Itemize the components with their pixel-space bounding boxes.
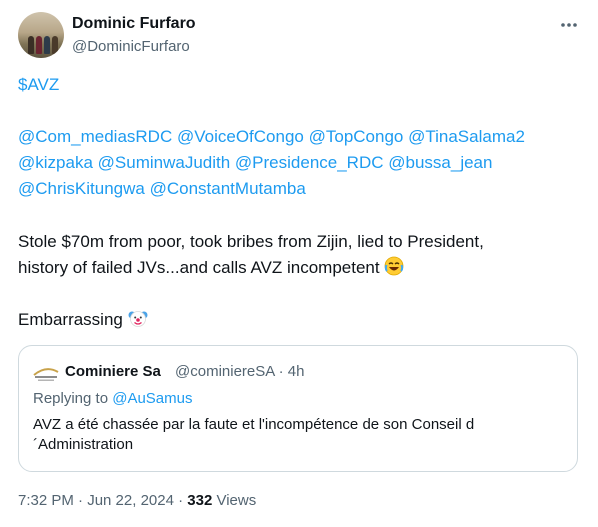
tweet-closing-text: Embarrassing [18,310,123,329]
cashtag-link[interactable]: $AVZ [18,75,59,94]
quoted-author-handle: @cominiereSA · 4h [175,363,305,380]
views-count: 332 [187,492,213,509]
tweet-body-line-1: Stole $70m from poor, took bribes from Z… [18,232,484,251]
mentions-line-3: @ChrisKitungwa @ConstantMutamba [18,177,583,201]
author-handle[interactable]: @DominicFurfaro [72,38,190,55]
laughing-crying-emoji-icon [384,256,404,276]
mentions-line-1: @Com_mediasRDC @VoiceOfCongo @TopCongo @… [18,125,583,149]
quoted-tweet[interactable]: Cominiere Sa @cominiereSA · 4h Replying … [18,345,578,472]
tweet-body-text: history of failed JVs...and calls AVZ in… [18,258,380,277]
replying-to: Replying to @AuSamus [33,390,192,407]
mention-link[interactable]: @Presidence_RDC [235,153,384,172]
mention-link[interactable]: @VoiceOfCongo [177,127,304,146]
tweet-timestamp[interactable]: 7:32 PM · Jun 22, 2024 · [18,492,187,509]
mention-link[interactable]: @ConstantMutamba [150,179,306,198]
avatar-figure [44,36,50,54]
mention-link[interactable]: @ChrisKitungwa [18,179,145,198]
quoted-tweet-text: AVZ a été chassée par la faute et l'inco… [33,415,563,455]
tweet-cashtag-line: $AVZ [18,73,583,97]
more-options-icon[interactable] [558,14,580,36]
quoted-author-name: Cominiere Sa [65,363,161,380]
mention-link[interactable]: @bussa_jean [388,153,492,172]
avatar-figure [52,36,58,54]
avatar-figure [36,36,42,54]
avatar-figure [28,36,34,54]
views-label: Views [212,492,257,509]
avatar[interactable] [18,12,64,58]
quoted-text-line: AVZ a été chassée par la faute et l'inco… [33,416,475,433]
mention-link[interactable]: @TopCongo [309,127,404,146]
mentions-line-2: @kizpaka @SuminwaJudith @Presidence_RDC … [18,151,583,175]
tweet-body-line-2: history of failed JVs...and calls AVZ in… [18,256,583,280]
mention-link[interactable]: @Com_mediasRDC [18,127,172,146]
clown-face-emoji-icon [128,308,148,328]
replying-to-label: Replying to [33,390,109,407]
cominiere-logo-icon [33,365,59,383]
reply-mention-link[interactable]: @AuSamus [112,390,192,407]
tweet-card: Dominic Furfaro @DominicFurfaro $AVZ @Co… [0,0,598,527]
mention-link[interactable]: @kizpaka [18,153,93,172]
mention-link[interactable]: @TinaSalama2 [408,127,525,146]
mention-link[interactable]: @SuminwaJudith [98,153,231,172]
quoted-text-line: ´Administration [33,436,134,453]
author-name[interactable]: Dominic Furfaro [72,15,196,33]
tweet-closing-line: Embarrassing [18,308,583,332]
tweet-meta: 7:32 PM · Jun 22, 2024 · 332 Views [18,492,256,509]
